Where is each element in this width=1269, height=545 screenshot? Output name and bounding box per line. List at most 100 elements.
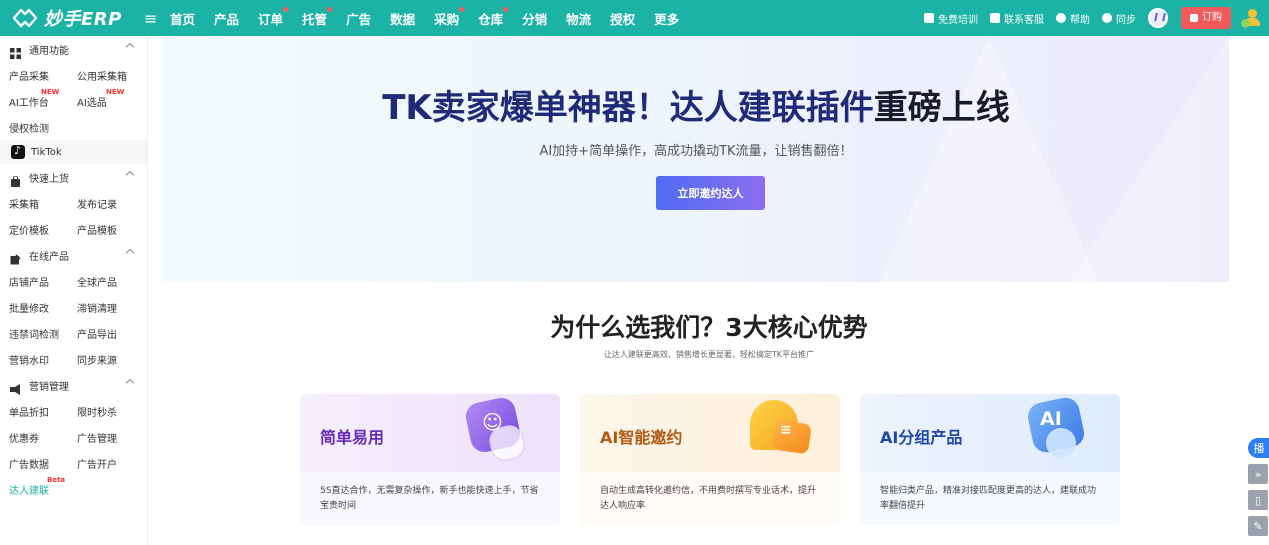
- platform-label: TikTok: [31, 146, 62, 158]
- sidebar-item-slow-moving-cleanup[interactable]: 滞销清理: [77, 300, 145, 315]
- nav-item[interactable]: 仓库: [478, 6, 509, 28]
- section-title: 为什么选我们？3大核心优势: [550, 313, 868, 342]
- chevron-up-icon[interactable]: [125, 378, 135, 388]
- sidebar-row: 营销水印 同步来源: [0, 346, 147, 372]
- expand-icon[interactable]: »: [1248, 464, 1268, 484]
- sidebar-item-sync-source[interactable]: 同步来源: [77, 352, 145, 367]
- nav-item[interactable]: 托管: [302, 6, 333, 28]
- nav-item[interactable]: 订单: [258, 6, 289, 28]
- sidebar-item-global-products[interactable]: 全球产品: [77, 274, 145, 289]
- sidebar-section-label: 快速上货: [29, 173, 69, 185]
- sidebar-item-collect-box[interactable]: 采集箱: [9, 196, 77, 211]
- user-vip-icon[interactable]: [1241, 7, 1263, 29]
- nav-item[interactable]: 分销: [522, 9, 547, 28]
- chevron-up-icon[interactable]: [125, 42, 135, 52]
- sidebar-item-pricing-template[interactable]: 定价模板: [9, 222, 77, 237]
- edit-icon[interactable]: ✎: [1248, 516, 1268, 536]
- sidebar-row: 店铺产品 全球产品: [0, 268, 147, 294]
- sidebar-item-ai-workbench[interactable]: AI工作台 NEW: [9, 88, 77, 109]
- nav-item[interactable]: 产品: [214, 9, 239, 28]
- nav-item[interactable]: 采购: [434, 6, 465, 28]
- sidebar-section-quick-listing[interactable]: 快速上货: [0, 164, 147, 190]
- new-badge: NEW: [41, 87, 60, 96]
- order-button[interactable]: 订购: [1181, 7, 1231, 29]
- free-training-label: 免费培训: [938, 14, 978, 26]
- mobile-icon[interactable]: ▯: [1248, 490, 1268, 510]
- feature-card-ai-invite: AI智能邀约 ≡ 自动生成高转化邀约信，不用费时撰写专业话术，提升达人响应率: [580, 394, 840, 526]
- card-title: AI智能邀约: [600, 428, 683, 447]
- card-description: 5S直达合作，无需复杂操作，新手也能快速上手，节省宝贵时间: [320, 486, 539, 511]
- sidebar-item-product-export[interactable]: 产品导出: [77, 326, 145, 341]
- ai-avatar-icon[interactable]: [1148, 8, 1168, 28]
- sidebar-item-single-discount[interactable]: 单品折扣: [9, 404, 77, 419]
- card-header: AI智能邀约 ≡: [580, 394, 840, 472]
- sidebar-item-marketing-watermark[interactable]: 营销水印: [9, 352, 77, 367]
- sidebar-item-publish-records[interactable]: 发布记录: [77, 196, 145, 211]
- invite-influencer-button[interactable]: 立即邀约达人: [656, 176, 765, 210]
- new-badge: NEW: [106, 87, 125, 96]
- hero-subtitle: AI加持+简单操作，高成功撬动TK流量，让销售翻倍！: [539, 144, 853, 159]
- nav-item[interactable]: 物流: [566, 9, 591, 28]
- sidebar-row: 单品折扣 限时秒杀: [0, 398, 147, 424]
- help-link[interactable]: 帮助: [1056, 11, 1090, 26]
- sidebar-item-ai-selection[interactable]: AI选品 NEW: [77, 88, 145, 109]
- customer-service-link[interactable]: 联系客服: [990, 11, 1044, 26]
- sidebar-section-label: 营销管理: [29, 381, 69, 393]
- sidebar-row: 广告数据 广告开户: [0, 450, 147, 476]
- card-description: 智能归类产品，精准对接匹配度更高的达人，建联成功率翻倍提升: [880, 486, 1097, 511]
- sidebar-section-marketing[interactable]: 营销管理: [0, 372, 147, 398]
- sidebar-row: AI工作台 NEW AI选品 NEW: [0, 88, 147, 114]
- main-content: TK卖家爆单神器！达人建联插件重磅上线 AI加持+简单操作，高成功撬动TK流量，…: [149, 36, 1269, 545]
- sidebar-row: 优惠券 广告管理: [0, 424, 147, 450]
- chat-bubble-icon: ≡: [744, 398, 812, 464]
- notification-dot: [503, 6, 509, 12]
- nav-item[interactable]: 更多: [654, 9, 679, 28]
- sidebar-row: 违禁词检测 产品导出: [0, 320, 147, 346]
- sidebar-item-product-collect[interactable]: 产品采集: [9, 68, 77, 83]
- card-title: AI分组产品: [880, 428, 963, 447]
- nav-item[interactable]: 数据: [390, 9, 415, 28]
- chevron-up-icon[interactable]: [125, 248, 135, 258]
- notification-dot: [459, 6, 465, 12]
- card-title: 简单易用: [320, 428, 385, 447]
- nav-item[interactable]: 首页: [170, 9, 195, 28]
- feature-card-ai-grouping: AI分组产品 AI 智能归类产品，精准对接匹配度更高的达人，建联成功率翻倍提升: [860, 394, 1120, 526]
- bag-icon: [10, 172, 21, 187]
- sidebar-item-coupons[interactable]: 优惠券: [9, 430, 77, 445]
- sidebar-row: 侵权检测: [0, 114, 147, 140]
- sidebar-item-ad-management[interactable]: 广告管理: [77, 430, 145, 445]
- logo-text: 妙手ERP: [44, 9, 122, 30]
- nav-item[interactable]: 授权: [610, 9, 635, 28]
- sidebar-row: 采集箱 发布记录: [0, 190, 147, 216]
- sidebar-section-label: 通用功能: [29, 45, 69, 57]
- nav-item[interactable]: 广告: [346, 9, 371, 28]
- sidebar-item-influencer-outreach[interactable]: 达人建联 Beta: [9, 476, 77, 497]
- app-logo[interactable]: 妙手ERP: [12, 5, 132, 31]
- sidebar-section-general[interactable]: 通用功能: [0, 36, 147, 62]
- chevron-up-icon[interactable]: [125, 170, 135, 180]
- live-tool-button[interactable]: 播: [1248, 438, 1269, 458]
- menu-toggle-icon[interactable]: ≡: [144, 9, 160, 28]
- hero-title-highlight: TK卖家爆单神器！达人建联插件: [382, 88, 874, 128]
- card-header: 简单易用 ☺: [300, 394, 560, 472]
- sidebar-item-public-collect-box[interactable]: 公用采集箱: [77, 68, 145, 83]
- sidebar-item-product-template[interactable]: 产品模板: [77, 222, 145, 237]
- sidebar-item-store-products[interactable]: 店铺产品: [9, 274, 77, 289]
- sidebar-platform-tiktok[interactable]: TikTok: [0, 140, 147, 164]
- sidebar-item-flash-sale[interactable]: 限时秒杀: [77, 404, 145, 419]
- floating-toolbar: 播 » ▯ ✎: [1245, 438, 1269, 542]
- main-nav: 首页 产品 订单 托管 广告 数据 采购 仓库 分销 物流 授权 更多: [170, 6, 698, 28]
- sidebar: 通用功能 产品采集 公用采集箱 AI工作台NEW AI选品NEW 侵权检测 Ti…: [0, 36, 148, 545]
- sidebar-item-ad-data[interactable]: 广告数据: [9, 456, 77, 471]
- sidebar-item-infringement-check[interactable]: 侵权检测: [9, 120, 77, 135]
- sidebar-section-online-products[interactable]: 在线产品: [0, 242, 147, 268]
- top-right-tools: 免费培训 联系客服 帮助 同步 订购: [924, 0, 1269, 36]
- hero-banner: TK卖家爆单神器！达人建联插件重磅上线 AI加持+简单操作，高成功撬动TK流量，…: [163, 36, 1229, 282]
- sync-icon: [1102, 13, 1112, 23]
- free-training-link[interactable]: 免费培训: [924, 11, 978, 26]
- sidebar-item-batch-edit[interactable]: 批量修改: [9, 300, 77, 315]
- tiktok-icon: [11, 144, 25, 159]
- sync-link[interactable]: 同步: [1102, 11, 1136, 26]
- sidebar-item-banned-word-check[interactable]: 违禁词检测: [9, 326, 77, 341]
- sidebar-item-ad-account-opening[interactable]: 广告开户: [77, 456, 145, 471]
